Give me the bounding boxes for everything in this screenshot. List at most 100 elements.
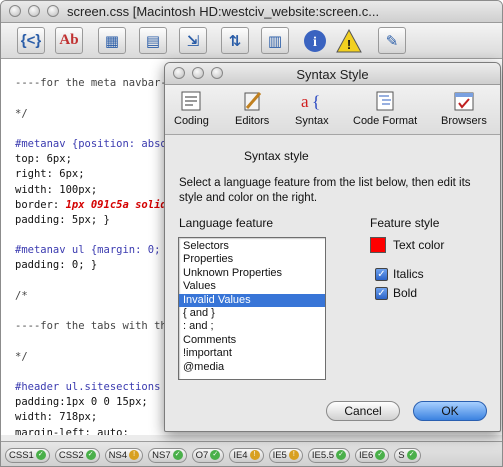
bold-row: ✓ Bold bbox=[375, 286, 417, 300]
insert-rule-icon[interactable]: ▤ bbox=[139, 27, 167, 54]
text-color-swatch[interactable] bbox=[370, 237, 386, 253]
grid-layout-icon[interactable]: ▦ bbox=[98, 27, 126, 54]
warning-icon: ! bbox=[129, 450, 140, 460]
editor-titlebar: screen.css [Macintosh HD:westciv_website… bbox=[1, 1, 502, 23]
close-window-button[interactable] bbox=[9, 5, 21, 17]
language-feature-item[interactable]: Selectors bbox=[179, 240, 325, 253]
info-icon[interactable]: i bbox=[301, 27, 329, 54]
language-feature-item[interactable]: !important bbox=[179, 347, 325, 360]
language-feature-item[interactable]: Unknown Properties bbox=[179, 267, 325, 280]
browser-badge[interactable]: IE4! bbox=[229, 447, 264, 463]
checkmark-icon: ✓ bbox=[375, 450, 386, 460]
export-icon[interactable]: ⇲ bbox=[179, 27, 207, 54]
minimize-window-button[interactable] bbox=[28, 5, 40, 17]
tab-code-format-label: Code Format bbox=[353, 115, 418, 127]
editors-icon bbox=[239, 89, 265, 113]
ok-button[interactable]: OK bbox=[413, 401, 487, 421]
language-feature-item[interactable]: { and } bbox=[179, 307, 325, 320]
italics-checkbox[interactable]: ✓ bbox=[375, 267, 388, 281]
warning-icon: ! bbox=[249, 450, 260, 460]
language-feature-label: Language feature bbox=[179, 216, 274, 230]
window-title: screen.css [Macintosh HD:westciv_website… bbox=[67, 4, 380, 19]
browser-badge[interactable]: NS7 ✓ bbox=[148, 447, 187, 463]
browser-badge[interactable]: IE6 ✓ bbox=[355, 447, 390, 463]
svg-text:i: i bbox=[313, 35, 317, 50]
browser-badge[interactable]: S ✓ bbox=[394, 447, 421, 463]
code-text: */ bbox=[15, 350, 28, 363]
stack-icon[interactable]: ▥ bbox=[261, 27, 289, 54]
preferences-toolbar: Coding Editors a{ Syntax Code Format Bro… bbox=[165, 85, 500, 135]
code-text: /* bbox=[15, 289, 28, 302]
editor-toolbar: {<} Ab ▦ ▤ ⇲ ⇅ ▥ i ! ✎ bbox=[1, 23, 502, 59]
code-format-icon bbox=[372, 89, 398, 113]
checkmark-icon: ✓ bbox=[210, 450, 221, 460]
browser-badge-label: CSS2 bbox=[58, 449, 84, 461]
language-feature-item[interactable]: @media bbox=[179, 361, 325, 374]
browser-badge-label: O7 bbox=[195, 449, 209, 461]
browser-badge[interactable]: IE5! bbox=[268, 447, 303, 463]
tab-syntax[interactable]: a{ Syntax bbox=[295, 89, 329, 127]
browser-badge-label: IE6 bbox=[359, 449, 374, 461]
instructions-text: Select a language feature from the list … bbox=[179, 177, 471, 204]
browser-badge[interactable]: IE5.5 ✓ bbox=[307, 447, 351, 463]
browser-badge[interactable]: CSS1 ✓ bbox=[5, 447, 50, 463]
tab-editors-label: Editors bbox=[235, 115, 270, 127]
code-text: padding: 5px; } bbox=[15, 213, 110, 226]
checkmark-icon: ✓ bbox=[172, 450, 183, 460]
dialog-titlebar: Syntax Style bbox=[165, 63, 500, 85]
italics-label: Italics bbox=[393, 267, 424, 281]
syntax-icon: a{ bbox=[299, 89, 325, 113]
bold-checkbox[interactable]: ✓ bbox=[375, 286, 388, 300]
browser-compatibility-bar: CSS1 ✓ CSS2 ✓ NS4! NS7 ✓ O7 ✓ IE4! IE5! IE5.5 ✓ IE6 ✓ S… bbox=[1, 441, 502, 466]
browser-badge-label: IE5 bbox=[272, 449, 287, 461]
code-text: width: 100px; bbox=[15, 183, 98, 196]
language-feature-item[interactable]: Comments bbox=[179, 334, 325, 347]
browser-badge-label: NS7 bbox=[152, 449, 171, 461]
tab-code-format[interactable]: Code Format bbox=[353, 89, 417, 127]
browser-badge-label: IE4 bbox=[233, 449, 248, 461]
code-text: top: 6px; bbox=[15, 153, 72, 166]
tab-syntax-label: Syntax bbox=[295, 115, 329, 127]
browser-badge-label: CSS1 bbox=[9, 449, 34, 461]
font-style-icon[interactable]: Ab bbox=[55, 27, 83, 54]
browser-badge-label: IE5.5 bbox=[311, 449, 335, 461]
syntax-style-panel: Syntax style Select a language feature f… bbox=[165, 136, 500, 431]
browser-badge-label: NS4 bbox=[108, 449, 128, 461]
cancel-button[interactable]: Cancel bbox=[326, 401, 400, 421]
browser-badge[interactable]: O7 ✓ bbox=[191, 447, 225, 463]
text-color-label: Text color bbox=[393, 238, 445, 252]
language-feature-item[interactable]: Properties bbox=[179, 253, 325, 266]
section-title: Syntax style bbox=[244, 149, 309, 163]
checkmark-icon: ✓ bbox=[406, 450, 417, 460]
checkmark-icon: ✓ bbox=[85, 450, 96, 460]
language-feature-list[interactable]: Selectors Properties Unknown Properties Val… bbox=[178, 237, 326, 380]
browsers-icon bbox=[451, 89, 477, 113]
tab-editors[interactable]: Editors bbox=[235, 89, 269, 127]
code-text: width: 718px; bbox=[15, 411, 98, 424]
bold-label: Bold bbox=[393, 286, 418, 300]
zoom-window-button[interactable] bbox=[47, 5, 59, 17]
language-feature-item[interactable]: : and ; bbox=[179, 320, 325, 333]
invalid-value: 1px 091c5a solid; bbox=[65, 198, 174, 211]
language-feature-item[interactable]: Values bbox=[179, 280, 325, 293]
warning-icon[interactable]: ! bbox=[335, 27, 363, 54]
brace-tool-icon[interactable]: {<} bbox=[17, 27, 45, 54]
tab-coding-label: Coding bbox=[174, 115, 209, 127]
code-text: #metanav ul {margin: 0; bbox=[15, 244, 161, 257]
feature-style-label: Feature style bbox=[370, 216, 440, 230]
tab-coding[interactable]: Coding bbox=[174, 89, 209, 127]
tab-browsers[interactable]: Browsers bbox=[441, 89, 487, 127]
edit-document-icon[interactable]: ✎ bbox=[378, 27, 406, 54]
italics-row: ✓ Italics bbox=[375, 267, 424, 281]
layout-arrows-icon[interactable]: ⇅ bbox=[221, 27, 249, 54]
coding-icon bbox=[178, 89, 204, 113]
code-text: margin-left: auto; bbox=[15, 426, 129, 436]
code-text: */ bbox=[15, 107, 28, 120]
browser-badge[interactable]: CSS2 ✓ bbox=[54, 447, 100, 463]
checkmark-icon: ✓ bbox=[336, 450, 347, 460]
language-feature-item[interactable]: Invalid Values bbox=[179, 293, 325, 307]
code-text: right: 6px; bbox=[15, 168, 85, 181]
browser-badge[interactable]: NS4! bbox=[104, 447, 144, 463]
warning-icon: ! bbox=[288, 450, 299, 460]
svg-text:a: a bbox=[301, 92, 309, 111]
